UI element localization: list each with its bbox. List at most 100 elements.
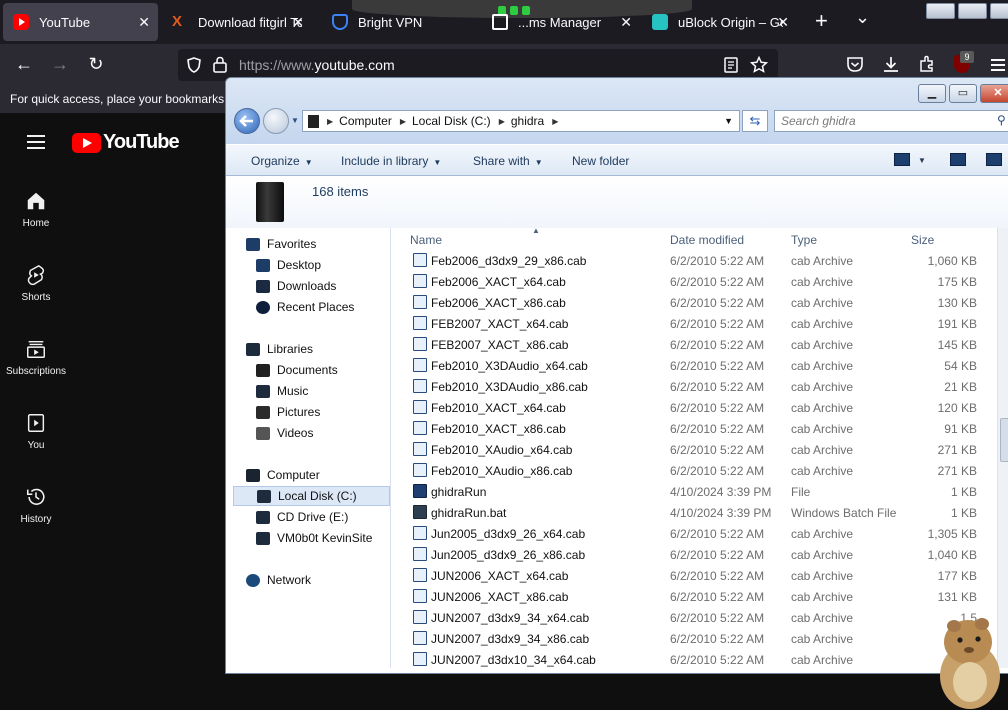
table-row[interactable]: Feb2006_XACT_x86.cab 6/2/2010 5:22 AM cab … xyxy=(394,293,1008,314)
close-tab-icon[interactable]: ✕ xyxy=(292,14,304,31)
nav-recent-places[interactable]: Recent Places xyxy=(233,297,390,317)
tab-manager[interactable]: ...ms Manager ✕ xyxy=(482,3,640,41)
change-view-icon[interactable] xyxy=(894,153,910,166)
nav-computer[interactable]: Computer xyxy=(233,465,390,485)
close-button[interactable] xyxy=(990,3,1008,19)
organize-menu[interactable]: Organize ▼ xyxy=(251,154,313,168)
lock-icon[interactable] xyxy=(213,56,227,73)
breadcrumb-local-disk[interactable]: Local Disk (C:) xyxy=(412,114,491,128)
tracking-shield-icon[interactable] xyxy=(186,57,202,73)
pocket-icon[interactable] xyxy=(846,56,864,73)
yt-nav-history[interactable]: History xyxy=(0,486,72,525)
downloads-icon[interactable] xyxy=(882,55,900,73)
share-with-menu[interactable]: Share with ▼ xyxy=(473,154,543,168)
yt-nav-you[interactable]: You xyxy=(0,412,72,451)
table-row[interactable]: Feb2006_XACT_x64.cab 6/2/2010 5:22 AM cab … xyxy=(394,272,1008,293)
nav-cd-drive[interactable]: CD Drive (E:) xyxy=(233,507,390,527)
search-input[interactable] xyxy=(775,111,985,131)
breadcrumb-separator-icon[interactable]: ▶ xyxy=(499,117,505,126)
close-tab-icon[interactable]: ✕ xyxy=(620,14,632,31)
nav-local-disk[interactable]: Local Disk (C:) xyxy=(233,486,390,506)
close-tab-icon[interactable]: ✕ xyxy=(138,14,150,31)
nav-downloads[interactable]: Downloads xyxy=(233,276,390,296)
include-in-library-menu[interactable]: Include in library ▼ xyxy=(341,154,441,168)
table-row[interactable]: FEB2007_XACT_x86.cab 6/2/2010 5:22 AM cab … xyxy=(394,335,1008,356)
refresh-button[interactable]: ⇆ xyxy=(742,110,768,132)
column-date-modified[interactable]: Date modified xyxy=(670,233,744,247)
forward-arrow-icon[interactable]: → xyxy=(48,53,72,75)
nav-pictures[interactable]: Pictures xyxy=(233,402,390,422)
list-all-tabs-button[interactable]: ⌄ xyxy=(855,8,870,26)
table-row[interactable]: Jun2005_d3dx9_26_x86.cab 6/2/2010 5:22 AM… xyxy=(394,545,1008,566)
nav-network-drive[interactable]: VM0b0t KevinSite xyxy=(233,528,390,548)
back-arrow-icon[interactable]: ← xyxy=(12,53,36,75)
tab-ublock[interactable]: uBlock Origin – Get ✕ xyxy=(642,3,797,41)
explorer-close-button[interactable]: ✕ xyxy=(980,84,1008,103)
nav-videos[interactable]: Videos xyxy=(233,423,390,443)
table-row[interactable]: Feb2010_X3DAudio_x86.cab 6/2/2010 5:22 AM… xyxy=(394,377,1008,398)
url-text[interactable]: https://www.youtube.com xyxy=(239,57,395,73)
column-size[interactable]: Size xyxy=(911,233,934,247)
table-row[interactable]: ghidraRun.bat 4/10/2024 3:39 PM Windows Ba… xyxy=(394,503,1008,524)
table-row[interactable]: ghidraRun 4/10/2024 3:39 PM File 1 KB xyxy=(394,482,1008,503)
new-folder-button[interactable]: New folder xyxy=(572,154,629,168)
scrollbar-thumb[interactable] xyxy=(1000,418,1008,462)
nav-favorites[interactable]: Favorites xyxy=(233,234,390,254)
youtube-logo[interactable]: YouTube xyxy=(72,131,180,154)
explorer-maximize-button[interactable]: ▭ xyxy=(949,84,977,103)
reload-icon[interactable]: ↻ xyxy=(84,53,108,75)
breadcrumb-separator-icon[interactable]: ▶ xyxy=(552,117,558,126)
breadcrumb-ghidra[interactable]: ghidra xyxy=(511,114,544,128)
breadcrumb-separator-icon[interactable]: ▶ xyxy=(327,117,333,126)
address-dropdown-icon[interactable]: ▼ xyxy=(724,116,733,126)
search-box[interactable]: ⚲ xyxy=(774,110,1008,132)
nav-libraries[interactable]: Libraries xyxy=(233,339,390,359)
table-row[interactable]: Feb2010_X3DAudio_x64.cab 6/2/2010 5:22 AM… xyxy=(394,356,1008,377)
column-type[interactable]: Type xyxy=(791,233,817,247)
table-row[interactable]: Feb2010_XACT_x86.cab 6/2/2010 5:22 AM cab … xyxy=(394,419,1008,440)
table-row[interactable]: Feb2010_XACT_x64.cab 6/2/2010 5:22 AM cab … xyxy=(394,398,1008,419)
table-row[interactable]: JUN2006_XACT_x64.cab 6/2/2010 5:22 AM cab … xyxy=(394,566,1008,587)
minimize-button[interactable] xyxy=(926,3,955,19)
explorer-back-button[interactable] xyxy=(234,108,260,134)
yt-nav-shorts[interactable]: Shorts xyxy=(0,264,72,303)
nav-documents[interactable]: Documents xyxy=(233,360,390,380)
yt-nav-subscriptions[interactable]: Subscriptions xyxy=(0,338,72,377)
address-bar[interactable]: ▶ Computer ▶ Local Disk (C:) ▶ ghidra ▶ … xyxy=(302,110,740,132)
search-icon[interactable]: ⚲ xyxy=(997,113,1006,127)
tab-label: YouTube xyxy=(39,14,91,30)
explorer-forward-button[interactable] xyxy=(263,108,289,134)
bookmark-star-icon[interactable] xyxy=(750,56,768,73)
maximize-button[interactable] xyxy=(958,3,987,19)
guide-menu-icon[interactable] xyxy=(27,135,45,149)
nav-desktop[interactable]: Desktop xyxy=(233,255,390,275)
table-row[interactable]: JUN2007_d3dx10_34_x64.cab 6/2/2010 5:22 A… xyxy=(394,650,1008,668)
breadcrumb-separator-icon[interactable]: ▶ xyxy=(400,117,406,126)
extensions-icon[interactable] xyxy=(918,55,936,73)
yt-nav-home[interactable]: Home xyxy=(0,190,72,229)
close-tab-icon[interactable]: ✕ xyxy=(777,14,789,31)
reader-view-icon[interactable] xyxy=(724,57,738,73)
table-row[interactable]: JUN2006_XACT_x86.cab 6/2/2010 5:22 AM cab … xyxy=(394,587,1008,608)
view-options-chevron-icon[interactable]: ▼ xyxy=(918,156,926,165)
explorer-minimize-button[interactable]: ▁ xyxy=(918,84,946,103)
breadcrumb-computer[interactable]: Computer xyxy=(339,114,392,128)
table-row[interactable]: JUN2007_d3dx9_34_x86.cab 6/2/2010 5:22 AM… xyxy=(394,629,1008,650)
table-row[interactable]: Feb2006_d3dx9_29_x86.cab 6/2/2010 5:22 AM… xyxy=(394,251,1008,272)
tab-fitgirl[interactable]: X Download fitgirl To ✕ xyxy=(162,3,312,41)
nav-music[interactable]: Music xyxy=(233,381,390,401)
app-menu-icon[interactable] xyxy=(991,59,1005,71)
column-name[interactable]: Name xyxy=(410,233,442,247)
preview-pane-icon[interactable] xyxy=(950,153,966,166)
file-list-scrollbar[interactable] xyxy=(997,228,1008,668)
table-row[interactable]: Feb2010_XAudio_x86.cab 6/2/2010 5:22 AM ca… xyxy=(394,461,1008,482)
tab-youtube[interactable]: YouTube ✕ xyxy=(3,3,158,41)
table-row[interactable]: Feb2010_XAudio_x64.cab 6/2/2010 5:22 AM ca… xyxy=(394,440,1008,461)
recent-pages-chevron-icon[interactable]: ▼ xyxy=(291,116,299,125)
table-row[interactable]: FEB2007_XACT_x64.cab 6/2/2010 5:22 AM cab … xyxy=(394,314,1008,335)
table-row[interactable]: JUN2007_d3dx9_34_x64.cab 6/2/2010 5:22 AM… xyxy=(394,608,1008,629)
nav-network[interactable]: Network xyxy=(233,570,390,590)
help-icon[interactable] xyxy=(986,153,1002,166)
new-tab-button[interactable]: + xyxy=(815,10,828,32)
table-row[interactable]: Jun2005_d3dx9_26_x64.cab 6/2/2010 5:22 AM… xyxy=(394,524,1008,545)
